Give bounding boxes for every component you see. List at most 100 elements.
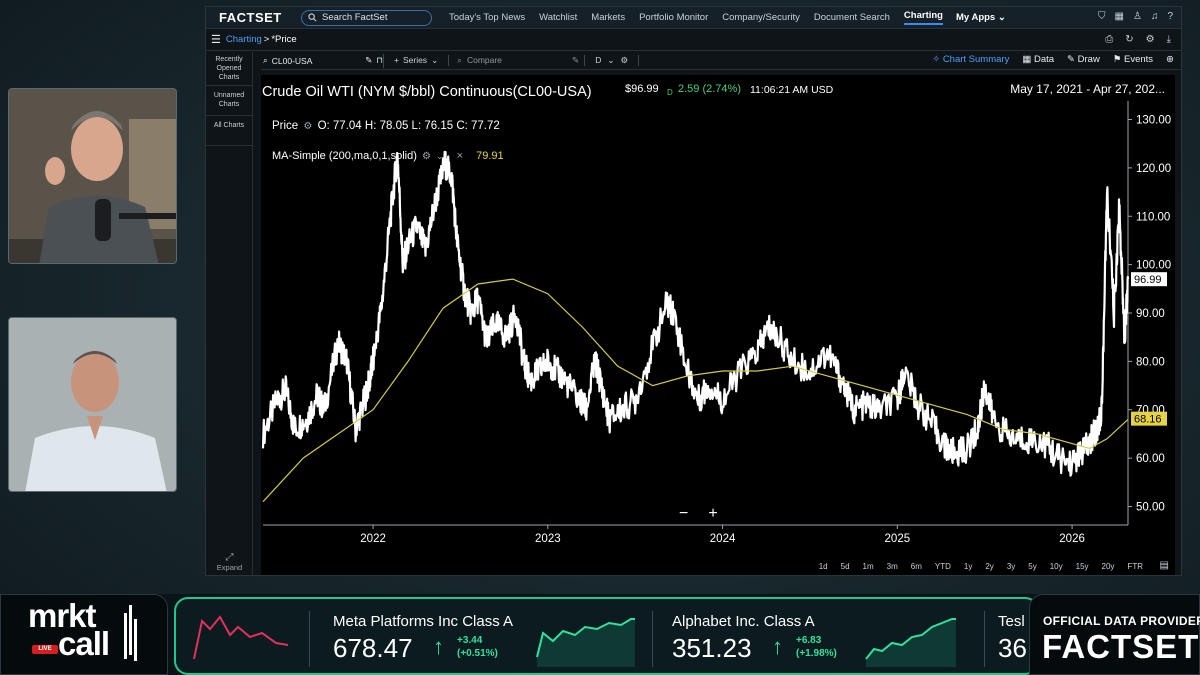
zoom-controls: − + <box>679 505 718 523</box>
frequency-value: D <box>595 55 602 65</box>
ticker-change: +6.83 (+1.98%) <box>796 634 837 660</box>
lock-icon[interactable]: ⊓ <box>376 55 383 66</box>
factset-logo[interactable]: FACTSET <box>206 10 301 25</box>
nav-markets[interactable]: Markets <box>591 12 625 23</box>
range-15y[interactable]: 15y <box>1076 562 1089 571</box>
price-chart[interactable]: 50.0060.0070.0080.0090.00100.00110.00120… <box>261 75 1175 558</box>
gear-icon[interactable]: ⚙ <box>422 151 431 162</box>
compare-placeholder: Compare <box>466 55 502 65</box>
edit-icon[interactable]: ✎ <box>365 55 372 66</box>
compare-input[interactable]: ⌕ Compare ✎ <box>449 55 586 66</box>
settings-icon[interactable]: ⚙ <box>1146 34 1155 45</box>
range-5y[interactable]: 5y <box>1028 562 1036 571</box>
ticker-item-partial <box>176 599 311 673</box>
sidebar-item-recent[interactable]: Recently Opened Charts <box>206 52 252 86</box>
y-tick-label: 130.00 <box>1136 115 1171 127</box>
expand-button[interactable]: ⤢ Expand <box>206 552 253 572</box>
nav-company-security[interactable]: Company/Security <box>722 12 800 23</box>
search-icon <box>308 13 317 22</box>
factset-window: FACTSET Search FactSet Today's Top News … <box>205 6 1182 576</box>
data-button[interactable]: ▦ Data <box>1022 54 1054 65</box>
nav-watchlist[interactable]: Watchlist <box>539 12 577 23</box>
y-tick-label: 100.00 <box>1136 260 1171 272</box>
range-ytd[interactable]: YTD <box>935 562 951 571</box>
delayed-marker: D <box>667 88 673 97</box>
save-icon[interactable]: ⎙ <box>1105 34 1113 45</box>
ticker-item-meta[interactable]: Meta Platforms Inc Class A 678.47 ↑ +3.4… <box>321 599 651 673</box>
draw-button[interactable]: ✎ Draw <box>1067 54 1100 65</box>
nav-top-news[interactable]: Today's Top News <box>449 12 525 23</box>
help-icon[interactable]: ? <box>1167 11 1173 22</box>
bell-icon[interactable]: ♫ <box>1151 11 1159 22</box>
menu-icon[interactable]: ☰ <box>211 33 221 46</box>
y-tick-label: 110.00 <box>1136 211 1170 223</box>
host-2-video <box>9 318 176 491</box>
x-tick-label: 2025 <box>885 533 911 545</box>
breadcrumb-charting[interactable]: Charting <box>226 34 262 45</box>
calendar-icon[interactable]: ▤ <box>1160 560 1169 571</box>
series-button[interactable]: + Series ⌄ <box>384 55 450 66</box>
frequency-select[interactable]: D ⌄ ⚙ <box>585 55 640 66</box>
edit-icon[interactable]: ✎ <box>572 55 579 66</box>
y-tick-label: 80.00 <box>1136 356 1165 368</box>
ticker-price: 351.23 <box>672 633 752 663</box>
chart-summary-button[interactable]: ✧ Chart Summary <box>932 54 1009 65</box>
expand-label: Expand <box>216 563 243 572</box>
symbol-input[interactable]: ⌕ CL00-USA ✎ ⊓ <box>261 53 384 68</box>
close-icon[interactable]: × <box>457 150 463 162</box>
nav-charting[interactable]: Charting <box>903 10 943 25</box>
ticker-change-pct: (+1.98%) <box>796 648 837 659</box>
search-input[interactable]: Search FactSet <box>301 9 432 26</box>
range-1m[interactable]: 1m <box>863 562 874 571</box>
range-3y[interactable]: 3y <box>1007 562 1015 571</box>
ticker-change-abs: +3.44 <box>457 635 483 646</box>
range-6m[interactable]: 6m <box>911 562 922 571</box>
gear-icon[interactable]: ⚙ <box>303 121 312 132</box>
refresh-icon[interactable]: ↻ <box>1125 34 1133 45</box>
y-tick-label: 60.00 <box>1136 453 1165 465</box>
my-apps-menu[interactable]: My Apps ⌄ <box>956 12 1006 23</box>
range-1y[interactable]: 1y <box>964 562 972 571</box>
date-range[interactable]: May 17, 2021 - Apr 27, 202... <box>1010 82 1165 96</box>
chart-area[interactable]: 50.00 60.00 70.00 80.00 90.00 100.00 110.00 120… <box>261 75 1175 575</box>
grid-icon[interactable]: ▦ <box>1115 11 1124 22</box>
nav-document-search[interactable]: Document Search <box>814 12 890 23</box>
sidebar-item-unnamed[interactable]: Unnamed Charts <box>206 86 252 116</box>
live-badge: LIVE <box>32 645 58 654</box>
ticker-change: +3.44 (+0.51%) <box>457 634 498 660</box>
range-2y[interactable]: 2y <box>985 562 993 571</box>
data-label: Data <box>1033 54 1055 65</box>
legend-price: Price ⚙ O: 77.04 H: 78.05 L: 76.15 C: 77… <box>272 120 500 132</box>
show-brand: mrkt call LIVE <box>0 594 168 675</box>
sidebar-item-all[interactable]: All Charts <box>206 116 252 146</box>
gear-icon[interactable]: ⚙ <box>620 55 628 66</box>
ticker-strip: mrkt call LIVE Meta Platforms Inc Class … <box>0 594 1200 675</box>
zoom-in-button[interactable]: + <box>708 505 717 523</box>
x-tick-label: 2024 <box>710 533 736 545</box>
range-1d[interactable]: 1d <box>819 562 828 571</box>
legend-ma-value: 79.91 <box>476 150 504 162</box>
toolbar-right: ✧ Chart Summary ▦ Data ✎ Draw ⚑ Events ⊕ <box>932 54 1174 65</box>
data-provider-badge: OFFICIAL DATA PROVIDER FACTSET <box>1029 594 1200 675</box>
nav-portfolio-monitor[interactable]: Portfolio Monitor <box>639 12 708 23</box>
zoom-out-button[interactable]: − <box>679 505 688 523</box>
chart-sidebar: Recently Opened Charts Unnamed Charts Al… <box>206 52 253 576</box>
webcam-host-2 <box>8 317 177 492</box>
range-20y[interactable]: 20y <box>1102 562 1115 571</box>
chevron-down-icon[interactable]: ⌄ <box>436 151 444 161</box>
events-button[interactable]: ⚑ Events <box>1113 54 1153 65</box>
crosshair-icon[interactable]: ⊕ <box>1166 54 1174 65</box>
range-3m[interactable]: 3m <box>887 562 898 571</box>
search-icon: ⌕ <box>263 55 268 65</box>
bookmark-icon[interactable]: ⛉ <box>1098 11 1106 22</box>
download-icon[interactable]: ⤓ <box>1167 34 1171 45</box>
quote-time: 11:06:21 AM USD <box>750 84 834 96</box>
ticker-item-alphabet[interactable]: Alphabet Inc. Class A 351.23 ↑ +6.83 (+1… <box>662 599 982 673</box>
x-tick-label: 2023 <box>535 533 561 545</box>
series-label: Series <box>402 55 428 65</box>
range-10y[interactable]: 10y <box>1050 562 1063 571</box>
range-5d[interactable]: 5d <box>841 562 850 571</box>
range-ftr[interactable]: FTR <box>1127 562 1143 571</box>
ticker-price: 678.47 <box>333 633 413 663</box>
user-icon[interactable]: ♙ <box>1133 11 1142 22</box>
